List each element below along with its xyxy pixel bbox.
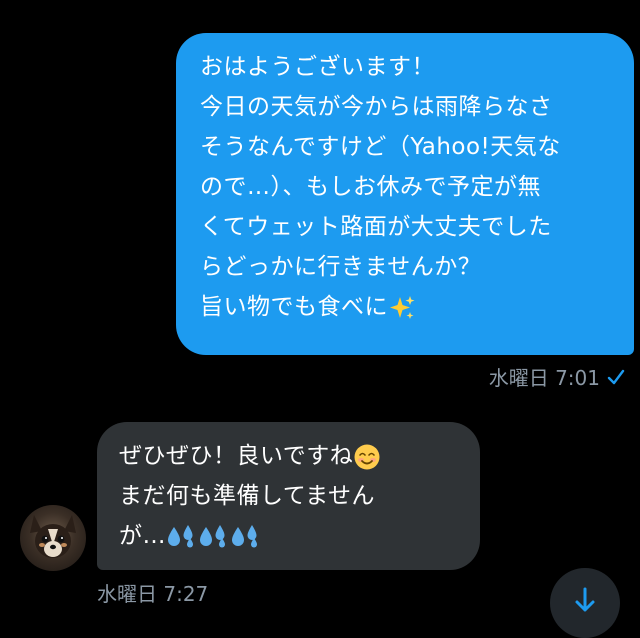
incoming-message-bubble[interactable]: ぜひぜひ！良いですね まだ何も準備してません が… — [97, 422, 480, 570]
scroll-to-bottom-button[interactable] — [550, 568, 620, 638]
message-line: 旨い物でも食べに — [200, 294, 388, 320]
message-line-with-emoji: が… — [119, 516, 464, 556]
outgoing-message-bubble[interactable]: おはようございます！ 今日の天気が今からは雨降らなさ そうなんですけど（Yaho… — [176, 33, 634, 355]
message-line: まだ何も準備してません — [119, 483, 375, 509]
sweat-droplets-emoji — [200, 524, 225, 547]
message-line: 今日の天気が今からは雨降らなさ — [200, 94, 553, 120]
sweat-droplets-emoji — [168, 524, 193, 547]
message-line: ので…）、もしお休みで予定が無 — [200, 174, 541, 200]
outgoing-message-meta: 水曜日 7:01 — [489, 362, 626, 391]
message-line: おはようございます！ — [200, 54, 435, 80]
message-line: ぜひぜひ！良いですね — [119, 443, 354, 469]
sweat-droplets-emoji — [232, 524, 257, 547]
message-line: が… — [119, 523, 166, 549]
message-line-with-emoji: ぜひぜひ！良いですね — [119, 436, 464, 476]
dog-avatar-image — [30, 515, 76, 558]
message-line-with-emoji: 旨い物でも食べに — [200, 287, 616, 327]
dog-avatar[interactable] — [20, 505, 86, 571]
message-line: らどっかに行きませんか？ — [200, 254, 482, 280]
smiling-face-emoji — [354, 444, 380, 469]
check-icon — [607, 369, 625, 384]
incoming-message-timestamp: 水曜日 7:27 — [97, 582, 209, 606]
message-timestamp: 水曜日 7:01 — [488, 366, 600, 390]
message-line: そうなんですけど（Yahoo!天気な — [200, 134, 561, 160]
sparkles-emoji — [390, 295, 415, 319]
message-line: くてウェット路面が大丈夫でした — [200, 214, 552, 240]
arrow-down-icon — [575, 587, 595, 612]
